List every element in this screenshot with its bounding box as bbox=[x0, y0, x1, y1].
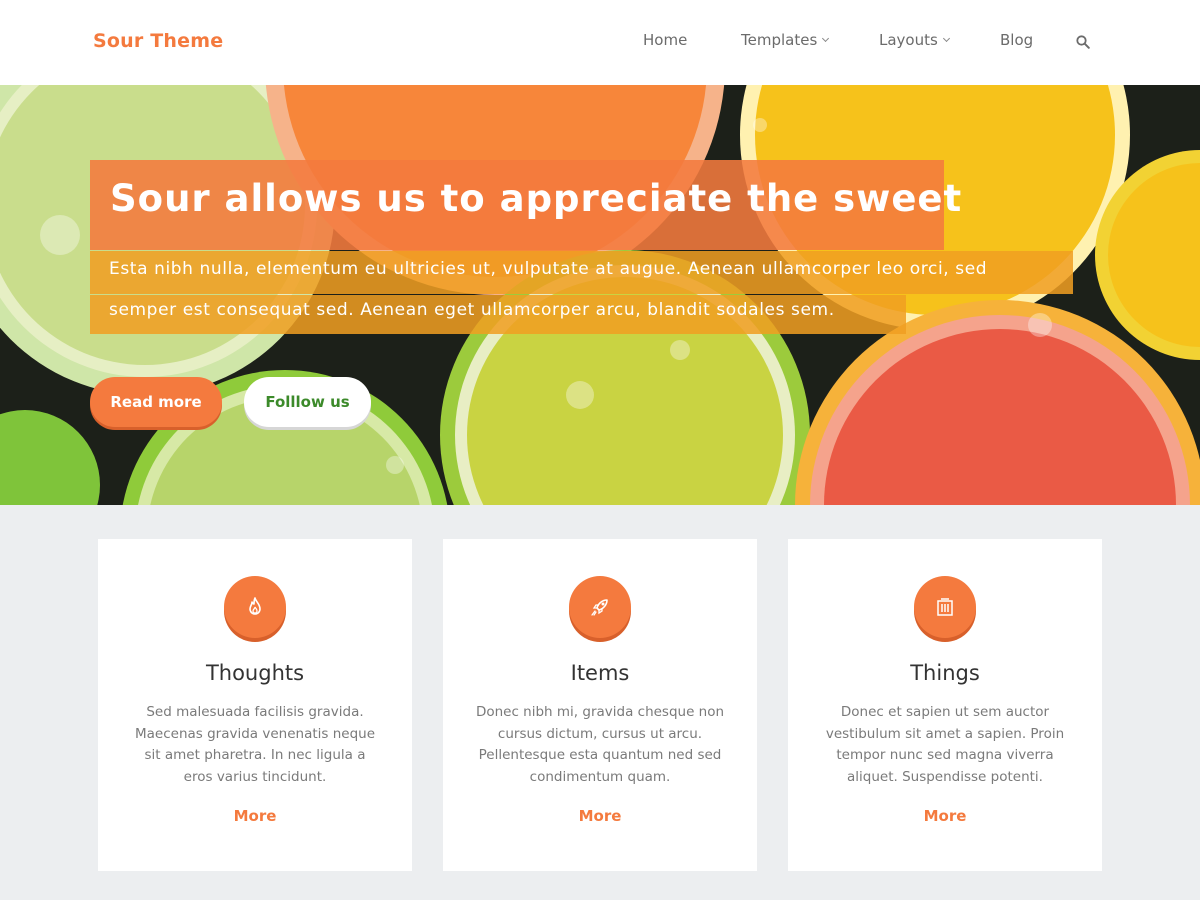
nav-label: Templates bbox=[741, 31, 818, 49]
feature-icon-circle bbox=[224, 576, 286, 638]
feature-text: Sed malesuada facilisis gravida. Maecena… bbox=[134, 704, 376, 785]
more-link[interactable]: More bbox=[788, 807, 1102, 825]
nav-item-home[interactable]: Home bbox=[643, 31, 687, 49]
feature-text: Donec nibh mi, gravida chesque non cursu… bbox=[475, 704, 725, 785]
feature-title: Things bbox=[910, 661, 980, 685]
chevron-down-icon bbox=[942, 34, 950, 43]
hero-subtitle-line: semper est consequat sed. Aenean eget ul… bbox=[109, 300, 835, 320]
rocket-icon bbox=[591, 599, 608, 616]
nav-item-blog[interactable]: Blog bbox=[1000, 31, 1033, 49]
more-link[interactable]: More bbox=[443, 807, 757, 825]
hero-title: Sour allows us to appreciate the sweet bbox=[110, 177, 963, 220]
search-icon[interactable] bbox=[1076, 35, 1090, 49]
feature-text: Donec et sapien ut sem auctor vestibulum… bbox=[825, 704, 1065, 785]
nav-label: Home bbox=[643, 31, 688, 49]
main-nav: Home Templates Layouts Blog bbox=[0, 31, 1200, 55]
feature-icon-circle bbox=[914, 576, 976, 638]
nav-label: Blog bbox=[1000, 31, 1034, 49]
feature-icon-circle bbox=[569, 576, 631, 638]
feature-card-things: Things Donec et sapien ut sem auctor ves… bbox=[788, 539, 1102, 871]
hero-subtitle-line: Esta nibh nulla, elementum eu ultricies … bbox=[109, 259, 988, 279]
hero-section: Sour allows us to appreciate the sweet E… bbox=[0, 85, 1200, 505]
feature-card-items: Items Donec nibh mi, gravida chesque non… bbox=[443, 539, 757, 871]
more-link[interactable]: More bbox=[98, 807, 412, 825]
feature-title: Thoughts bbox=[205, 661, 305, 685]
follow-us-button[interactable]: Folllow us bbox=[244, 377, 371, 427]
site-header: Sour Theme Home Templates Layouts Blog bbox=[0, 0, 1200, 85]
feature-title: Items bbox=[570, 661, 630, 685]
nav-item-layouts[interactable]: Layouts bbox=[879, 31, 950, 49]
flame-icon bbox=[249, 597, 261, 615]
chevron-down-icon bbox=[822, 34, 830, 43]
feature-card-thoughts: Thoughts Sed malesuada facilisis gravida… bbox=[98, 539, 412, 871]
nav-label: Layouts bbox=[879, 31, 938, 49]
nav-item-templates[interactable]: Templates bbox=[741, 31, 830, 49]
building-icon bbox=[937, 598, 953, 616]
read-more-button[interactable]: Read more bbox=[90, 377, 222, 427]
